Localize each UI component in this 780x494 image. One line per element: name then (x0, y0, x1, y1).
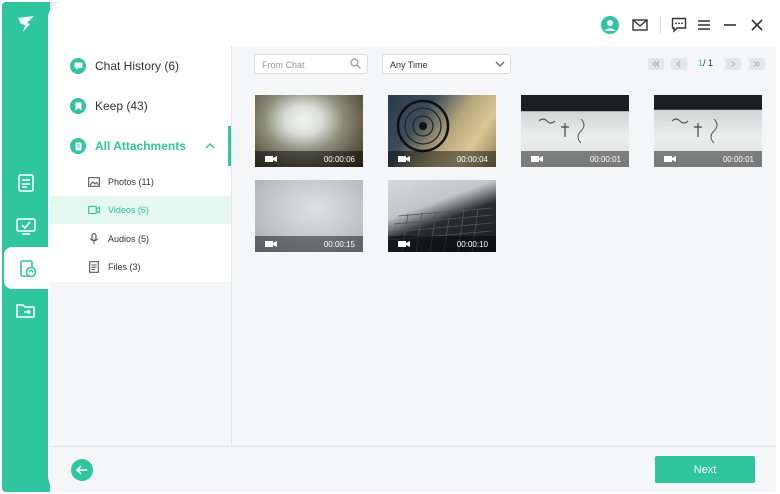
video-icon (88, 204, 100, 216)
video-grid: 00:00:06 00:00:04 00:00:01 00:00:01 00:0… (232, 82, 776, 446)
keep-item[interactable]: Keep (43) (50, 86, 231, 126)
first-page-button[interactable] (648, 58, 664, 70)
chevron-up-icon[interactable] (205, 141, 215, 151)
prev-page-button[interactable] (671, 58, 687, 70)
video-thumbnail[interactable]: 00:00:01 (654, 95, 762, 167)
files-label: Files (3) (108, 262, 141, 272)
all-attachments-label: All Attachments (95, 139, 186, 153)
sub-item-photos[interactable]: Photos (11) (50, 168, 231, 196)
arrow-left-icon (76, 465, 87, 475)
filter-toolbar: From Chat Any Time 1/ 1 (232, 46, 776, 82)
video-thumbnail[interactable]: 00:00:15 (255, 180, 363, 252)
videos-label: Videos (6) (108, 205, 149, 215)
chevron-right-icon (731, 61, 736, 67)
export-icon[interactable] (14, 299, 38, 323)
video-camera-icon (265, 241, 277, 247)
video-camera-icon (664, 156, 676, 162)
video-camera-icon (531, 156, 543, 162)
chat-history-item[interactable]: Chat History (6) (50, 46, 231, 86)
account-icon[interactable] (601, 16, 619, 34)
handwriting-illustration (538, 118, 585, 144)
video-duration: 00:00:06 (323, 155, 355, 164)
sub-item-videos[interactable]: Videos (6) (50, 196, 231, 224)
video-camera-icon (265, 156, 277, 162)
audios-label: Audios (5) (108, 234, 150, 244)
search-icon[interactable] (350, 58, 361, 69)
title-bar-divider (660, 17, 661, 33)
video-thumbnail[interactable]: 00:00:06 (255, 95, 363, 167)
close-icon[interactable] (748, 16, 766, 34)
next-button[interactable]: Next (655, 456, 755, 483)
mail-icon[interactable] (631, 16, 649, 34)
photos-label: Photos (11) (108, 177, 154, 187)
sub-item-files[interactable]: Files (3) (50, 253, 231, 281)
keep-label: Keep (43) (95, 99, 148, 113)
chevron-down-icon[interactable] (495, 60, 505, 68)
next-page-button[interactable] (725, 58, 741, 70)
last-page-button[interactable] (749, 58, 765, 70)
device-transfer-icon[interactable] (14, 171, 38, 195)
double-chevron-left-icon (652, 61, 660, 67)
video-duration: 00:00:01 (589, 155, 621, 164)
feedback-icon[interactable] (670, 16, 688, 34)
microphone-icon (88, 233, 100, 245)
fan-illustration (396, 99, 450, 153)
video-camera-icon (398, 241, 410, 247)
all-attachments-item[interactable]: All Attachments (50, 126, 231, 166)
video-thumbnail[interactable]: 00:00:01 (521, 95, 629, 167)
restore-icon[interactable] (16, 257, 40, 281)
video-thumbnail[interactable]: 00:00:04 (388, 95, 496, 167)
time-filter-select[interactable]: Any Time (382, 54, 511, 74)
sub-item-audios[interactable]: Audios (5) (50, 225, 231, 253)
photo-icon (88, 176, 100, 188)
back-button[interactable] (71, 459, 93, 481)
menu-icon[interactable] (695, 16, 713, 34)
video-camera-icon (398, 156, 410, 162)
video-duration: 00:00:04 (456, 155, 488, 164)
attachment-icon (70, 138, 86, 154)
backup-icon[interactable] (14, 214, 38, 238)
bookmark-icon (70, 98, 86, 114)
handwriting-illustration (671, 118, 718, 144)
video-duration: 00:00:10 (456, 240, 488, 249)
chevron-left-icon (676, 61, 681, 67)
video-duration: 00:00:01 (722, 155, 754, 164)
double-chevron-right-icon (753, 61, 761, 67)
app-logo-icon (18, 16, 34, 32)
chat-bubble-icon (70, 58, 86, 74)
chat-history-label: Chat History (6) (95, 59, 180, 73)
video-thumbnail[interactable]: 00:00:10 (388, 180, 496, 252)
category-list: Chat History (6) Keep (43) All Attachmen… (50, 46, 231, 282)
minimize-icon[interactable] (721, 16, 739, 34)
title-bar (48, 2, 778, 46)
file-icon (88, 261, 100, 273)
page-indicator: 1/ 1 (698, 58, 713, 68)
video-duration: 00:00:15 (323, 240, 355, 249)
total-pages: / 1 (703, 58, 714, 68)
category-panel: Chat History (6) Keep (43) All Attachmen… (50, 46, 231, 446)
